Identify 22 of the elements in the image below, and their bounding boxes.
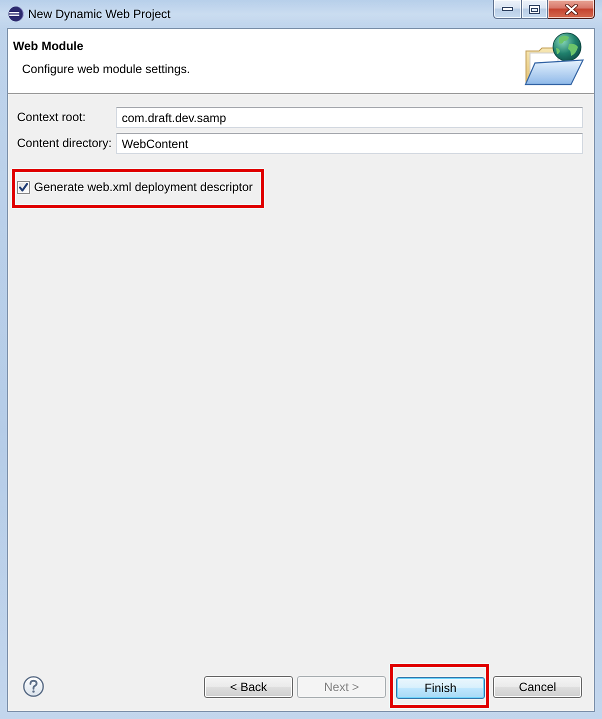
check-icon [19, 183, 28, 192]
maximize-button[interactable] [521, 0, 548, 19]
help-icon[interactable] [23, 676, 44, 697]
text-field[interactable]: com.draft.dev.samp [116, 107, 583, 128]
minimize-icon [502, 7, 513, 11]
minimize-button[interactable] [493, 0, 521, 19]
field-label: Content directory: [17, 136, 112, 151]
checkbox-label[interactable]: Generate web.xml deployment descriptor [34, 180, 253, 195]
back-button[interactable]: < Back [204, 676, 293, 698]
finish-button[interactable]: Finish [396, 677, 485, 699]
close-button[interactable] [548, 0, 595, 19]
window-title: New Dynamic Web Project [28, 6, 170, 22]
folder-globe-icon [524, 32, 584, 86]
checkbox[interactable] [17, 181, 30, 194]
app-icon [8, 6, 24, 22]
close-icon [564, 4, 578, 14]
page-description: Configure web module settings. [21, 62, 190, 77]
cancel-button[interactable]: Cancel [493, 676, 582, 698]
text-field[interactable]: WebContent [116, 133, 583, 154]
maximize-icon [529, 4, 540, 14]
page-title: Web Module [13, 39, 84, 54]
field-label: Context root: [17, 110, 87, 125]
